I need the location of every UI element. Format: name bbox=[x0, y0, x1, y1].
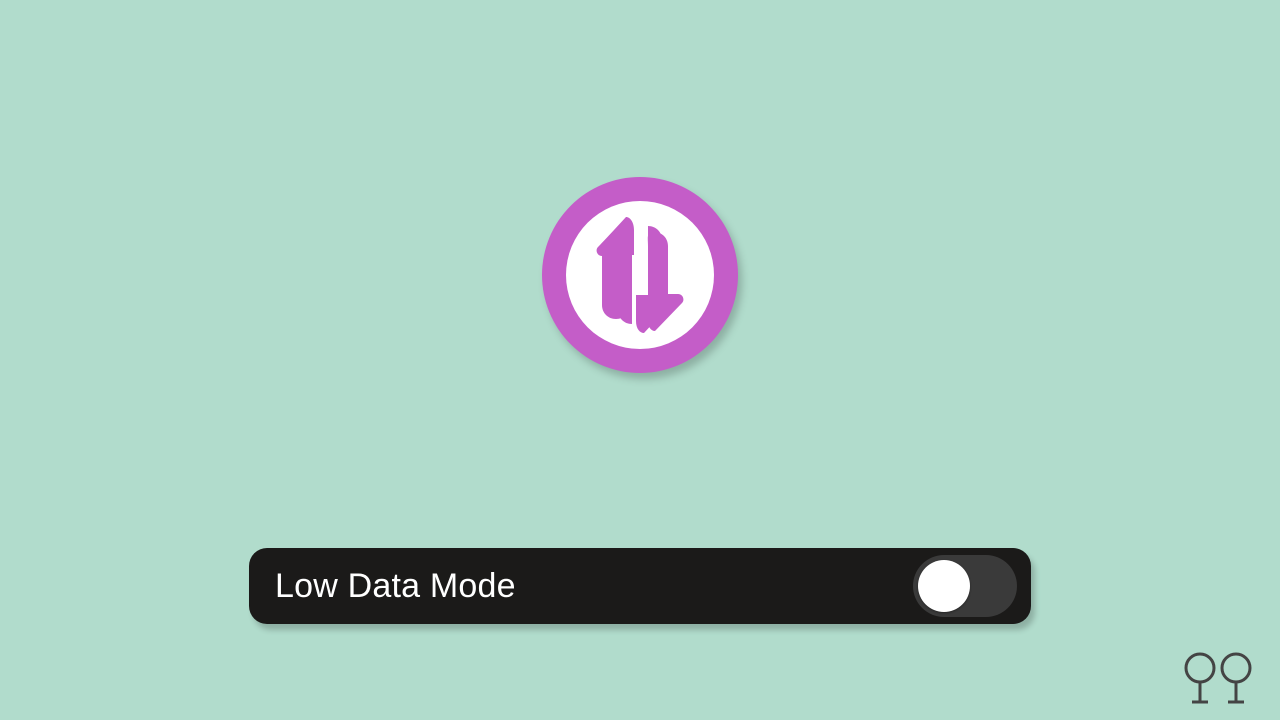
watermark-logo bbox=[1178, 650, 1264, 710]
low-data-mode-label: Low Data Mode bbox=[275, 567, 516, 606]
toggle-handle bbox=[918, 560, 970, 612]
data-transfer-icon bbox=[540, 175, 740, 375]
low-data-mode-toggle[interactable] bbox=[913, 555, 1017, 617]
low-data-mode-row: Low Data Mode bbox=[249, 548, 1031, 624]
